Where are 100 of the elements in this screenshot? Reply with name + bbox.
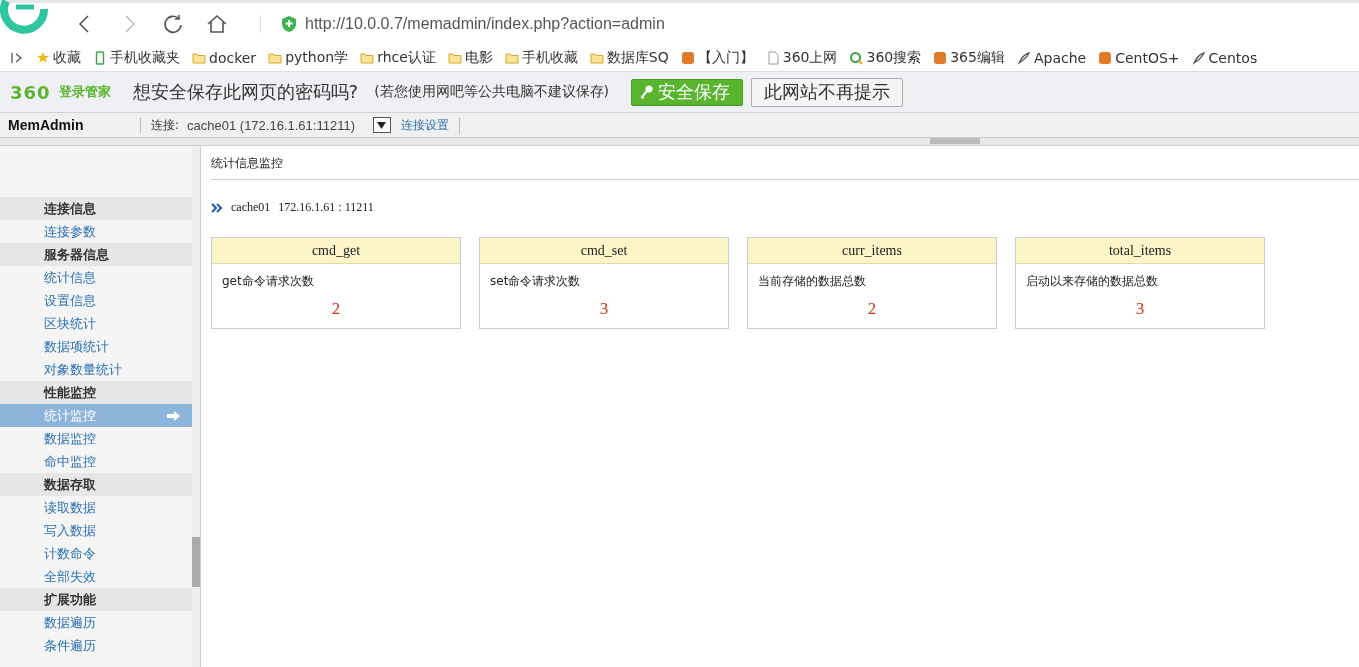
bookmark-link[interactable]: python学 [285,49,349,67]
arrow-icon [167,410,180,421]
app-title: MemAdmin [0,117,141,133]
sidebar-item-label: 统计信息 [44,268,96,287]
key-icon [640,84,655,100]
sidebar-item[interactable]: 计数命令 [0,542,192,565]
stat-name: cmd_get [212,238,460,264]
brand-label: 登录管家 [58,83,111,101]
sidebar-item-label: 读取数据 [44,498,96,517]
sidebar-item-label: 对象数量统计 [44,360,122,379]
stat-name: total_items [1016,238,1264,264]
stat-description: get命令请求次数 [221,273,315,290]
settings-link[interactable]: 连接设置 [401,116,460,134]
phone-icon [93,51,107,65]
stat-name: curr_items [748,238,996,264]
sidebar-item[interactable]: 数据遍历 [0,611,192,634]
sidebar-item[interactable]: 写入数据 [0,519,192,542]
stat-value: 2 [866,299,878,319]
sidebar-item[interactable]: 条件遍历 [0,634,192,657]
sidebar-item[interactable]: 统计信息 [0,266,192,289]
scrollbar-thumb[interactable] [930,138,980,144]
ring-icon [849,51,864,65]
star-icon [36,51,50,65]
stat-name: cmd_set [480,238,728,264]
bookmark-link[interactable]: CentOS+ [1115,50,1180,66]
sidebar-toggle-icon[interactable] [10,51,24,65]
sidebar-group-title: 扩展功能 [0,588,192,611]
save-password-hint: (若您使用网吧等公共电脑不建议保存) [374,83,610,101]
sidebar-item-label: 区块统计 [44,314,96,333]
sidebar-item[interactable]: 数据监控 [0,427,192,450]
folder-icon [589,51,604,65]
bookmark-link[interactable]: Apache [1033,50,1087,66]
connection-label: 连接: [151,116,180,134]
folder-icon [504,51,519,65]
site-icon [933,51,948,65]
sidebar-item-label: 计数命令 [44,544,96,563]
stat-description: 当前存储的数据总数 [757,273,867,290]
stat-value: 2 [330,299,342,319]
folder-icon [360,51,375,65]
dismiss-button[interactable]: 此网站不再提示 [751,77,904,107]
bookmark-link[interactable]: 360上网 [782,49,838,67]
feather-icon [1016,51,1031,65]
sidebar-item[interactable]: 设置信息 [0,289,192,312]
sidebar-group-title: 性能监控 [0,381,192,404]
sidebar-group-title: 数据存取 [0,473,192,496]
bookmark-link[interactable]: 手机收藏夹 [110,49,180,67]
sidebar-item-label: 写入数据 [44,521,96,540]
stat-description: set命令请求次数 [489,273,582,290]
save-password-question: 想安全保存此网页的密码吗? [132,80,359,104]
sidebar-item-label: 数据监控 [44,429,96,448]
home-icon[interactable] [206,13,228,35]
site-icon [680,51,695,65]
sidebar-item-label: 全部失效 [44,567,96,586]
bookmark-link[interactable]: 电影 [464,49,493,67]
caret-icon [377,121,387,129]
sidebar-item-label: 设置信息 [44,291,96,310]
sidebar-item[interactable]: 对象数量统计 [0,358,192,381]
sidebar-item-label: 统计监控 [44,406,96,425]
stat-value: 3 [1134,299,1146,319]
shield-icon [281,15,297,33]
bookmark-link[interactable]: docker [209,50,257,66]
feather-icon [1191,51,1206,65]
page-icon [765,51,780,65]
site-icon [1098,51,1113,65]
bookmark-link[interactable]: 手机收藏 [521,49,578,67]
bookmark-link[interactable]: 【入门】 [697,49,754,67]
folder-icon [268,51,283,65]
address-bar[interactable]: http://10.0.0.7/memadmin/index.php?action=admin [305,15,665,33]
brand-logo: 360 [10,81,51,103]
sidebar-group-title: 连接信息 [0,197,192,220]
double-chevron-icon [211,202,223,213]
dropdown-button[interactable] [373,117,391,133]
server-address: 172.16.1.61 : 11211 [278,200,374,215]
server-name: cache01 [231,200,271,215]
sidebar-item-label: 条件遍历 [44,636,96,655]
sidebar-item-label: 数据项统计 [44,337,109,356]
reload-icon[interactable] [162,13,184,35]
sidebar-item-label: 命中监控 [44,452,96,471]
sidebar-item[interactable]: 连接参数 [0,220,192,243]
bookmark-link[interactable]: 365编辑 [950,49,1005,67]
stat-value: 3 [598,299,610,319]
sidebar-group-title: 服务器信息 [0,243,192,266]
sidebar-item[interactable]: 区块统计 [0,312,192,335]
sidebar-item[interactable]: 命中监控 [0,450,192,473]
folder-icon [192,51,206,65]
sidebar-item-label: 连接参数 [44,222,96,241]
bookmark-link[interactable]: 360搜索 [866,49,922,67]
sidebar-item[interactable]: 读取数据 [0,496,192,519]
stat-description: 启动以来存储的数据总数 [1025,273,1159,290]
bookmark-link[interactable]: Centos [1208,50,1258,66]
sidebar-item-label: 数据遍历 [44,613,96,632]
page-title: 统计信息监控 [211,152,1359,180]
folder-icon [447,51,462,65]
bookmark-link[interactable]: rhce认证 [377,49,436,67]
scrollbar-thumb[interactable] [192,537,200,587]
sidebar-item[interactable]: 全部失效 [0,565,192,588]
sidebar-item[interactable]: 数据项统计 [0,335,192,358]
bookmark-link[interactable]: 数据库SQ [606,49,669,67]
bookmark-link[interactable]: 收藏 [53,49,81,67]
connection-value: cache01 (172.16.1.61:11211) [187,117,355,133]
